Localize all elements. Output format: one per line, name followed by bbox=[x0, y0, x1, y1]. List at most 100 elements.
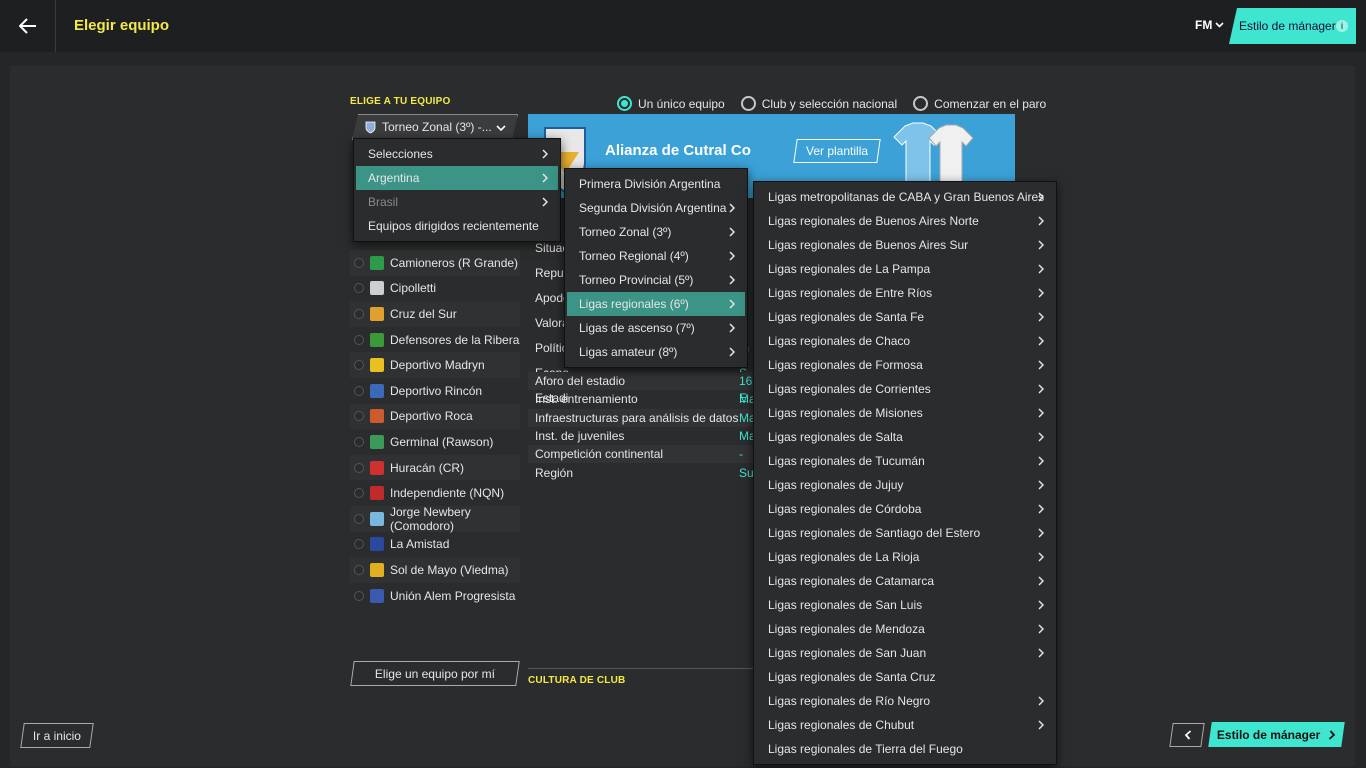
team-name: Camioneros (R Grande) bbox=[390, 255, 519, 270]
team-row[interactable]: Sol de Mayo (Viedma) bbox=[350, 557, 520, 583]
menu-item[interactable]: Ligas regionales (6º) bbox=[567, 292, 745, 316]
radio-unemployed[interactable]: Comenzar en el paro bbox=[913, 96, 1046, 111]
info-row: Aforo del estadio 16, bbox=[528, 372, 753, 391]
team-row[interactable]: Cipolletti bbox=[350, 276, 520, 302]
pick-team-for-me-button[interactable]: Elige un equipo por mí bbox=[350, 661, 520, 686]
team-row[interactable]: Jorge Newbery (Comodoro) bbox=[350, 505, 520, 533]
menu-item[interactable]: Ligas regionales de Entre Ríos bbox=[756, 281, 1054, 305]
back-button[interactable] bbox=[0, 0, 56, 52]
menu-item[interactable]: Ligas regionales de Jujuy bbox=[756, 473, 1054, 497]
manager-style-next-button[interactable]: Estilo de mánager bbox=[1208, 722, 1345, 747]
view-squad-button[interactable]: Ver plantilla bbox=[793, 139, 881, 163]
info-label: Reput bbox=[535, 265, 568, 280]
team-radio[interactable] bbox=[354, 436, 364, 447]
menu-item-label: Ligas regionales de Catamarca bbox=[768, 574, 935, 588]
regional-league-menu: Ligas metropolitanas de CABA y Gran Buen… bbox=[753, 181, 1057, 765]
go-home-button[interactable]: Ir a inicio bbox=[20, 723, 94, 748]
menu-item[interactable]: Equipos dirigidos recientemente bbox=[356, 214, 558, 238]
menu-item[interactable]: Ligas regionales de Tucumán bbox=[756, 449, 1054, 473]
menu-item[interactable]: Ligas amateur (8º) bbox=[567, 340, 745, 364]
menu-item[interactable]: Primera División Argentina bbox=[567, 172, 745, 196]
chevron-right-icon bbox=[729, 275, 735, 285]
team-name: Cipolletti bbox=[390, 281, 437, 296]
team-row[interactable]: Defensores de la Ribera bbox=[350, 327, 520, 353]
mode-radio-group: Un único equipo Club y selección naciona… bbox=[617, 96, 1046, 111]
menu-item-label: Ligas regionales de Chaco bbox=[768, 334, 911, 348]
menu-item[interactable]: Ligas regionales de Chubut bbox=[756, 713, 1054, 737]
club-name: Alianza de Cutral Co bbox=[605, 142, 751, 159]
menu-item[interactable]: Torneo Provincial (5º) bbox=[567, 268, 745, 292]
team-radio[interactable] bbox=[354, 590, 364, 601]
menu-item[interactable]: Torneo Regional (4º) bbox=[567, 244, 745, 268]
team-row[interactable]: Unión Alem Progresista bbox=[350, 583, 520, 609]
menu-item[interactable]: Ligas regionales de Formosa bbox=[756, 353, 1054, 377]
team-radio[interactable] bbox=[354, 334, 364, 345]
team-radio[interactable] bbox=[354, 385, 364, 396]
radio-label: Comenzar en el paro bbox=[934, 96, 1047, 111]
menu-item[interactable]: Ligas regionales de La Rioja bbox=[756, 545, 1054, 569]
menu-item[interactable]: Ligas regionales de Catamarca bbox=[756, 569, 1054, 593]
menu-item[interactable]: Ligas regionales de La Pampa bbox=[756, 257, 1054, 281]
team-row[interactable]: La Amistad bbox=[350, 532, 520, 558]
chevron-right-icon bbox=[729, 323, 735, 333]
team-row[interactable]: Camioneros (R Grande) bbox=[350, 250, 520, 276]
menu-item[interactable]: Selecciones bbox=[356, 142, 558, 166]
team-radio[interactable] bbox=[354, 564, 364, 575]
menu-item[interactable]: Argentina bbox=[356, 166, 558, 190]
menu-item[interactable]: Ligas regionales de Córdoba bbox=[756, 497, 1054, 521]
menu-item-label: Torneo Zonal (3º) bbox=[579, 225, 672, 239]
team-radio[interactable] bbox=[354, 539, 364, 550]
fm-menu[interactable]: FM bbox=[1195, 18, 1224, 32]
team-crest-icon bbox=[370, 255, 384, 270]
chevron-right-icon bbox=[1038, 312, 1044, 322]
manager-style-top-button[interactable]: Estilo de mánager i bbox=[1229, 8, 1356, 44]
team-crest-icon bbox=[370, 537, 384, 552]
menu-item-label: Ligas regionales de Entre Ríos bbox=[768, 286, 933, 300]
manager-style-label: Estilo de mánager bbox=[1239, 19, 1336, 33]
club-info-table: Aforo del estadio 16, Inst. entrenamiento… bbox=[528, 372, 753, 482]
team-row[interactable]: Deportivo Rincón bbox=[350, 378, 520, 404]
team-radio[interactable] bbox=[354, 308, 364, 319]
radio-club-and-national[interactable]: Club y selección nacional bbox=[740, 96, 897, 111]
radio-single-team[interactable]: Un único equipo bbox=[617, 96, 725, 111]
menu-item[interactable]: Ligas regionales de San Juan bbox=[756, 641, 1054, 665]
team-radio[interactable] bbox=[354, 488, 364, 499]
menu-item[interactable]: Ligas regionales de Corrientes bbox=[756, 377, 1054, 401]
menu-item[interactable]: Ligas regionales de Santa Fe bbox=[756, 305, 1054, 329]
team-row[interactable]: Deportivo Roca bbox=[350, 403, 520, 430]
team-row[interactable]: Huracán (CR) bbox=[350, 454, 520, 481]
team-radio[interactable] bbox=[354, 411, 364, 422]
menu-item[interactable]: Brasil bbox=[356, 190, 558, 214]
menu-item[interactable]: Ligas de ascenso (7º) bbox=[567, 316, 745, 340]
menu-item[interactable]: Ligas regionales de Río Negro bbox=[756, 689, 1054, 713]
previous-button[interactable] bbox=[1169, 723, 1205, 747]
team-name: Huracán (CR) bbox=[390, 460, 465, 475]
team-radio[interactable] bbox=[354, 513, 364, 524]
menu-item-label: Ligas regionales de Santiago del Estero bbox=[768, 526, 981, 540]
team-radio[interactable] bbox=[354, 360, 364, 371]
menu-item[interactable]: Ligas regionales de Mendoza bbox=[756, 617, 1054, 641]
menu-item[interactable]: Ligas regionales de Tierra del Fuego bbox=[756, 737, 1054, 761]
team-row[interactable]: Deportivo Madryn bbox=[350, 352, 520, 378]
menu-item-label: Ligas regionales de Jujuy bbox=[768, 478, 904, 492]
menu-item[interactable]: Torneo Zonal (3º) bbox=[567, 220, 745, 244]
menu-item[interactable]: Ligas regionales de Salta bbox=[756, 425, 1054, 449]
team-row[interactable]: Germinal (Rawson) bbox=[350, 429, 520, 455]
menu-item[interactable]: Ligas regionales de Misiones bbox=[756, 401, 1054, 425]
info-icon: i bbox=[1336, 20, 1348, 32]
menu-item[interactable]: Ligas regionales de San Luis bbox=[756, 593, 1054, 617]
menu-item[interactable]: Ligas regionales de Chaco bbox=[756, 329, 1054, 353]
menu-item[interactable]: Ligas regionales de Buenos Aires Norte bbox=[756, 209, 1054, 233]
team-row[interactable]: Independiente (NQN) bbox=[350, 480, 520, 506]
team-radio[interactable] bbox=[354, 462, 364, 473]
league-dropdown[interactable]: Torneo Zonal (3º) -... bbox=[352, 114, 518, 140]
team-row[interactable]: Cruz del Sur bbox=[350, 301, 520, 327]
team-radio[interactable] bbox=[354, 257, 364, 268]
team-radio[interactable] bbox=[354, 283, 364, 294]
menu-item[interactable]: Ligas regionales de Santa Cruz bbox=[756, 665, 1054, 689]
menu-item[interactable]: Ligas metropolitanas de CABA y Gran Buen… bbox=[756, 185, 1054, 209]
info-value: Su bbox=[739, 465, 753, 480]
menu-item[interactable]: Ligas regionales de Santiago del Estero bbox=[756, 521, 1054, 545]
menu-item[interactable]: Segunda División Argentina bbox=[567, 196, 745, 220]
menu-item[interactable]: Ligas regionales de Buenos Aires Sur bbox=[756, 233, 1054, 257]
